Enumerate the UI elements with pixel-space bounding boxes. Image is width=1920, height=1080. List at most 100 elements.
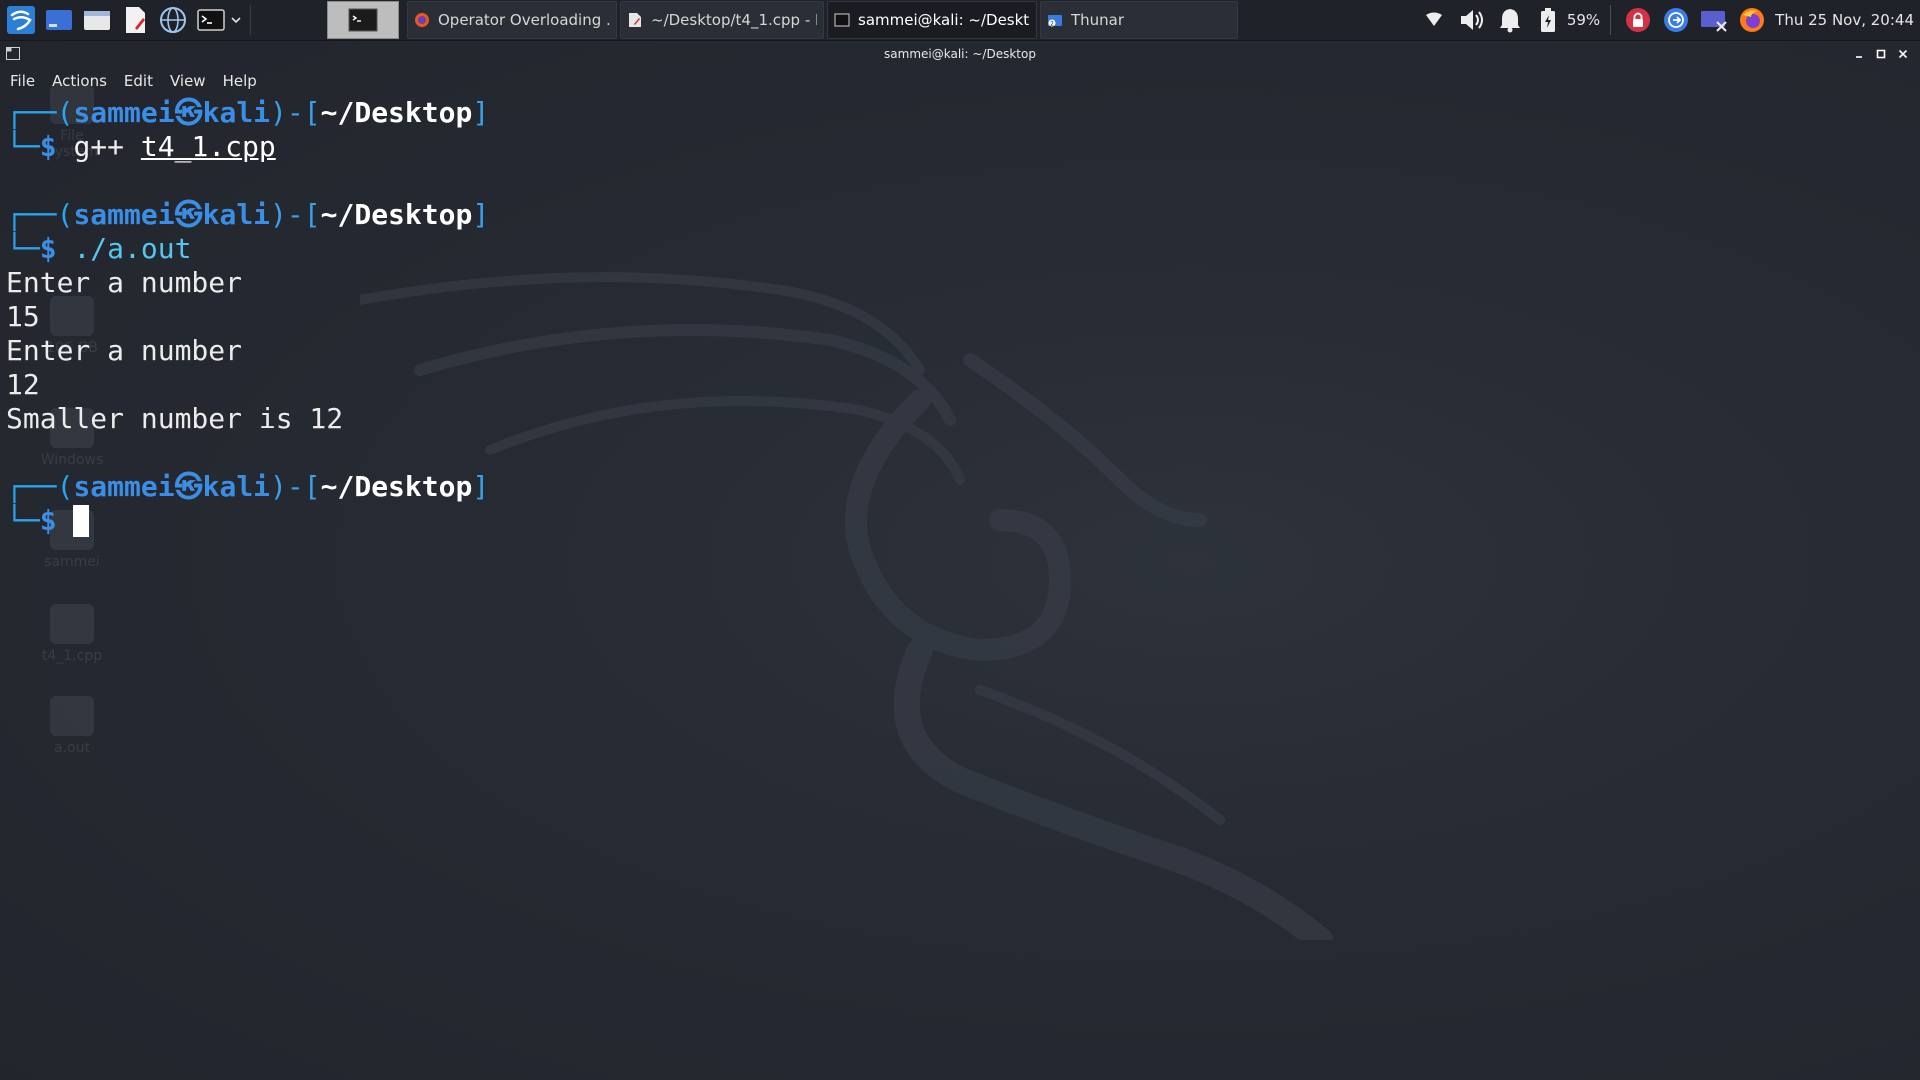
output-line: Enter a number — [6, 266, 243, 299]
prompt-user: sammei — [73, 470, 175, 503]
top-panel: Operator Overloading ... ~/Desktop/t4_1.… — [0, 0, 1920, 41]
menu-bar: File Actions Edit View Help — [0, 68, 264, 94]
task-thunar[interactable]: 2 Thunar — [1040, 1, 1238, 39]
text-editor-icon — [126, 7, 145, 33]
terminal-scrollbar[interactable] — [1914, 96, 1920, 1076]
window-title: sammei@kali: ~/Desktop — [884, 47, 1036, 61]
prompt-bracket-close: ] — [472, 470, 490, 503]
firefox-tray-button[interactable] — [1737, 5, 1767, 35]
prompt-separator: )-[ — [270, 198, 321, 231]
text-cursor — [73, 505, 90, 537]
prompt-dollar: $ — [39, 130, 57, 163]
wifi-icon — [1425, 12, 1442, 26]
prompt-host: kali — [202, 470, 271, 503]
task-firefox[interactable]: Operator Overloading ... — [407, 1, 617, 39]
task-label: Thunar — [1071, 11, 1125, 29]
web-browser-icon — [160, 7, 186, 33]
prompt-at-symbol: ㉿ — [174, 198, 203, 231]
firefox-icon — [415, 13, 429, 27]
thunar-icon: 2 — [1048, 15, 1062, 28]
taskbar: Operator Overloading ... ~/Desktop/t4_1.… — [407, 0, 1241, 40]
terminal-icon — [834, 13, 850, 27]
prompt-bracket-close: ] — [472, 96, 490, 129]
prompt-at-symbol: ㉿ — [174, 470, 203, 503]
menu-help[interactable]: Help — [213, 68, 264, 94]
task-terminal[interactable]: sammei@kali: ~/Desktop — [827, 1, 1037, 39]
volume-button[interactable] — [1457, 5, 1487, 35]
logout-icon — [1664, 8, 1689, 32]
terminal-window-icon[interactable] — [6, 47, 20, 60]
notifications-button[interactable] — [1495, 5, 1525, 35]
workspace-button[interactable] — [42, 3, 76, 37]
display-icon — [1701, 11, 1727, 32]
close-button[interactable] — [1892, 43, 1914, 65]
terminal-dropdown-button[interactable] — [228, 3, 244, 37]
firefox-icon — [1740, 8, 1765, 32]
command-argument: t4_1.cpp — [140, 130, 276, 163]
terminal-window-thumbnail-icon — [348, 8, 378, 32]
maximize-button[interactable] — [1870, 43, 1892, 65]
prompt-at-symbol: ㉿ — [174, 96, 203, 129]
terminal-output[interactable]: ┌──(sammei㉿kali)-[~/Desktop] └─$ g++ t4_… — [6, 96, 1886, 1056]
editor-icon — [629, 13, 641, 27]
text-editor-button[interactable] — [118, 3, 152, 37]
workspace-1-button[interactable] — [327, 1, 399, 39]
prompt-header: ┌──(sammei㉿kali)-[~/Desktop] — [6, 470, 1886, 504]
menu-actions[interactable]: Actions — [42, 68, 114, 94]
lock-button[interactable] — [1623, 5, 1653, 35]
menu-view[interactable]: View — [160, 68, 213, 94]
launcher-group — [0, 0, 257, 40]
file-manager-button[interactable] — [80, 3, 114, 37]
command-name: g++ — [73, 130, 125, 163]
lock-icon — [1626, 8, 1651, 32]
minimize-button[interactable] — [1848, 43, 1870, 65]
terminal-button[interactable] — [194, 3, 228, 37]
clock[interactable]: Thu 25 Nov, 20:44 — [1775, 11, 1914, 29]
prompt-path: ~/Desktop — [320, 470, 473, 503]
close-icon — [1898, 49, 1908, 59]
window-titlebar[interactable]: sammei@kali: ~/Desktop — [0, 43, 1920, 65]
output-line: Enter a number — [6, 334, 243, 367]
battery-icon — [1540, 8, 1555, 32]
prompt-frame-bottom: └─ — [6, 504, 40, 537]
prompt-command-line[interactable]: └─$ — [6, 504, 1886, 538]
output-line: 12 — [6, 368, 40, 401]
prompt-command-line: └─$ g++ t4_1.cpp — [6, 130, 1886, 164]
prompt-path: ~/Desktop — [320, 198, 473, 231]
chevron-down-icon — [231, 17, 241, 24]
menu-edit[interactable]: Edit — [114, 68, 160, 94]
prompt-frame-bottom: └─ — [6, 232, 40, 265]
terminal-icon — [197, 9, 225, 31]
logout-button[interactable] — [1661, 5, 1691, 35]
task-editor[interactable]: ~/Desktop/t4_1.cpp - M... — [620, 1, 824, 39]
battery-percentage: 59% — [1566, 11, 1601, 29]
prompt-host: kali — [202, 198, 271, 231]
prompt-frame: ┌──( — [6, 470, 74, 503]
volume-icon — [1460, 10, 1483, 30]
prompt-user: sammei — [73, 96, 175, 129]
output-line: Smaller number is 12 — [6, 402, 344, 435]
maximize-icon — [1876, 49, 1886, 59]
svg-text:2: 2 — [1050, 21, 1054, 28]
kali-menu-button[interactable] — [4, 3, 38, 37]
battery-button[interactable] — [1533, 5, 1563, 35]
tray-separator — [1610, 5, 1612, 35]
task-label: sammei@kali: ~/Desktop — [858, 11, 1030, 29]
web-browser-button[interactable] — [156, 3, 190, 37]
task-label: ~/Desktop/t4_1.cpp - M... — [651, 11, 817, 29]
network-button[interactable] — [1419, 5, 1449, 35]
display-button[interactable] — [1699, 5, 1729, 35]
prompt-user: sammei — [73, 198, 175, 231]
minimize-icon — [1856, 56, 1862, 58]
prompt-command-line: └─$ ./a.out — [6, 232, 1886, 266]
window-controls — [1848, 43, 1914, 65]
prompt-header: ┌──(sammei㉿kali)-[~/Desktop] — [6, 198, 1886, 232]
workspace-switcher-icon — [46, 10, 72, 30]
prompt-host: kali — [202, 96, 271, 129]
menu-file[interactable]: File — [0, 68, 42, 94]
output-line: 15 — [6, 300, 40, 333]
system-tray: 59% Thu 25 Nov, 20:44 — [1411, 0, 1920, 40]
prompt-frame: ┌──( — [6, 198, 74, 231]
prompt-frame-bottom: └─ — [6, 130, 40, 163]
prompt-dollar: $ — [39, 232, 57, 265]
